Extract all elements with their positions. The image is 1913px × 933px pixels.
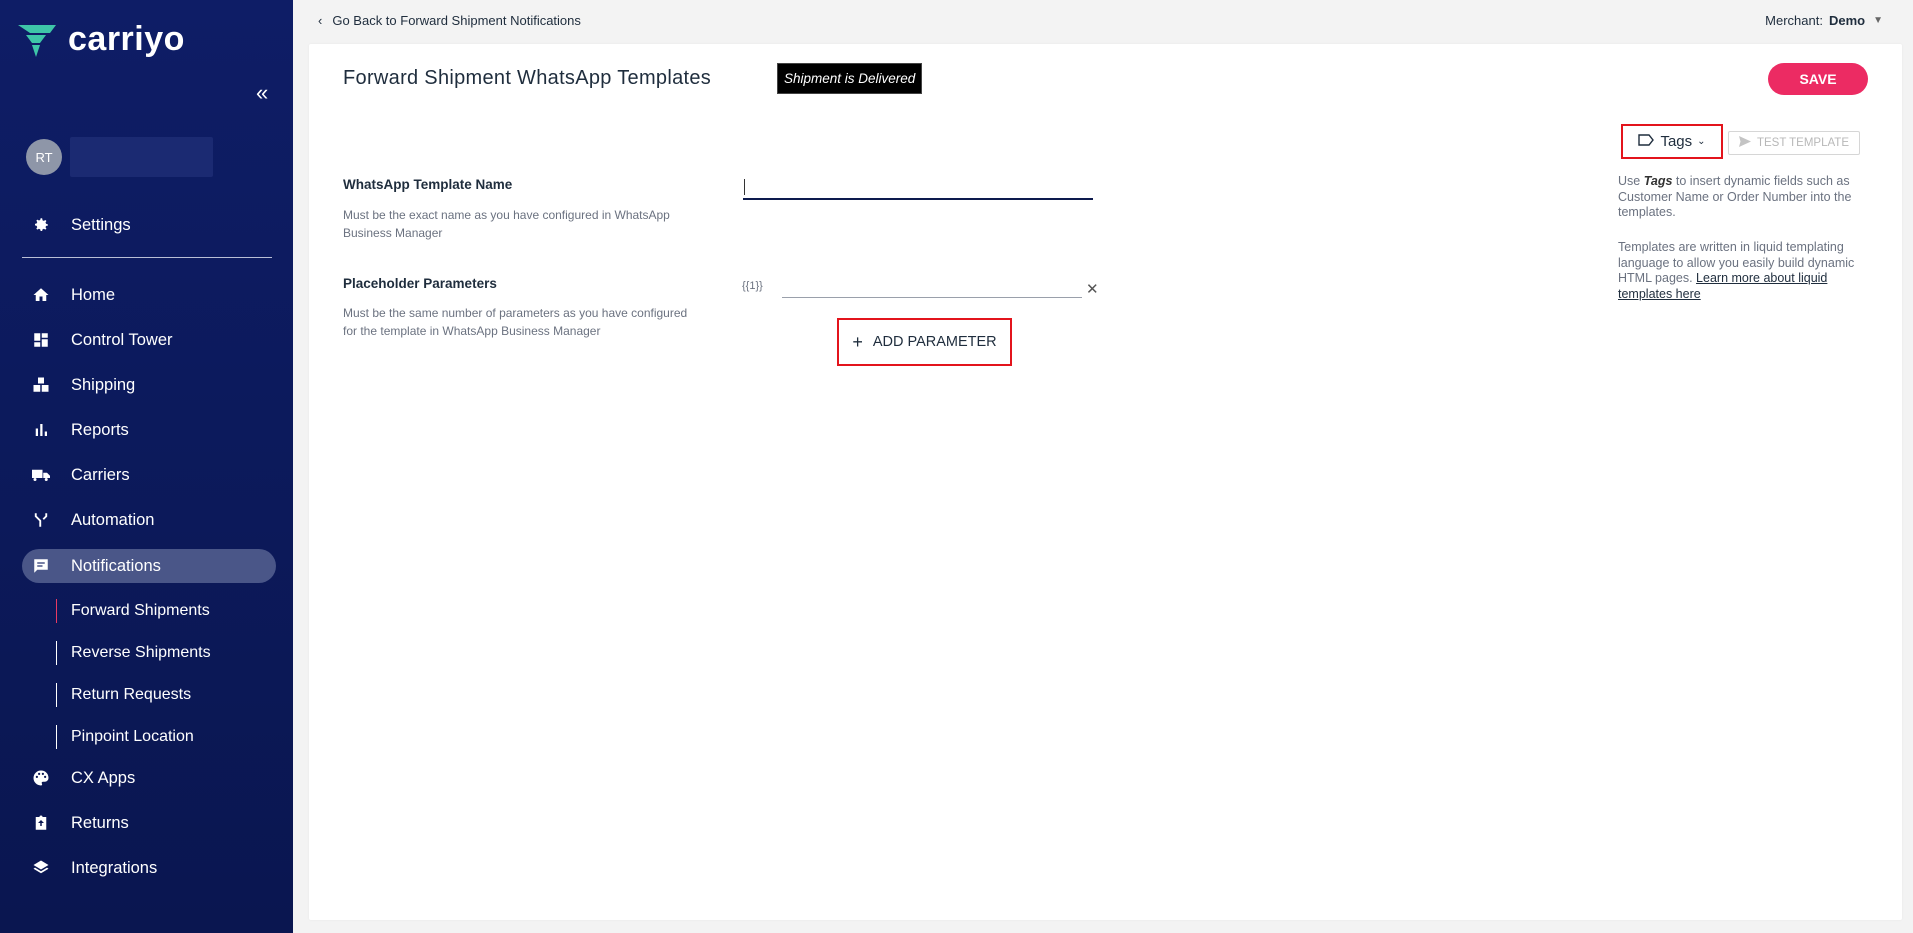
send-icon bbox=[1738, 136, 1751, 150]
tags-label: Tags bbox=[1660, 133, 1693, 150]
sidebar-subitem-label: Forward Shipments bbox=[71, 602, 210, 619]
fork-icon bbox=[28, 511, 54, 529]
sidebar-item-label: Home bbox=[71, 285, 116, 304]
merchant-value: Demo bbox=[1828, 13, 1866, 28]
sidebar-item-label: Control Tower bbox=[71, 330, 173, 349]
sidebar-item-control-tower[interactable]: Control Tower bbox=[22, 323, 276, 357]
sidebar-item-settings[interactable]: Settings bbox=[22, 208, 276, 242]
tag-icon bbox=[1638, 133, 1655, 150]
tags-keyword: Tags bbox=[1643, 174, 1673, 188]
param-1-input[interactable] bbox=[782, 278, 1082, 298]
home-icon bbox=[28, 286, 54, 304]
close-icon[interactable]: ✕ bbox=[1086, 280, 1099, 298]
sidebar-item-label: Notifications bbox=[71, 556, 161, 575]
gear-icon bbox=[28, 216, 54, 234]
template-name-help: Must be the exact name as you have confi… bbox=[343, 208, 670, 240]
sidebar-item-label: Settings bbox=[71, 215, 131, 234]
collapse-sidebar-icon[interactable]: « bbox=[256, 80, 268, 106]
sidebar-item-label: Automation bbox=[71, 510, 155, 529]
back-link-label: Go Back to Forward Shipment Notification… bbox=[332, 13, 581, 28]
sidebar-item-automation[interactable]: Automation bbox=[22, 503, 276, 537]
sidebar-divider bbox=[22, 257, 272, 258]
sidebar-item-label: Returns bbox=[71, 813, 129, 832]
active-indicator bbox=[56, 599, 57, 623]
sidebar-item-notifications[interactable]: Notifications bbox=[22, 549, 276, 583]
sidebar-subitem-label: Reverse Shipments bbox=[71, 644, 211, 661]
sidebar-subitem-forward-shipments[interactable]: Forward Shipments bbox=[56, 598, 210, 624]
template-name-input[interactable] bbox=[743, 176, 1093, 200]
save-button[interactable]: SAVE bbox=[1768, 63, 1868, 95]
sidebar-item-home[interactable]: Home bbox=[22, 278, 276, 312]
bar-chart-icon bbox=[28, 421, 54, 439]
brand-name: carriyo bbox=[68, 20, 185, 58]
sidebar-item-carriers[interactable]: Carriers bbox=[22, 458, 276, 492]
merchant-label: Merchant: bbox=[1765, 13, 1823, 28]
sidebar-subitem-return-requests[interactable]: Return Requests bbox=[56, 682, 191, 708]
sidebar-item-integrations[interactable]: Integrations bbox=[22, 851, 276, 885]
user-name-box bbox=[70, 137, 213, 177]
status-badge: Shipment is Delivered bbox=[777, 63, 923, 94]
sidebar-item-reports[interactable]: Reports bbox=[22, 413, 276, 447]
tags-help-text: Use Tags to insert dynamic fields such a… bbox=[1618, 174, 1852, 219]
palette-icon bbox=[28, 769, 54, 787]
boxes-icon bbox=[28, 376, 54, 394]
chevron-left-icon: ‹ bbox=[318, 13, 323, 28]
placeholder-params-help: Must be the same number of parameters as… bbox=[343, 306, 688, 338]
add-parameter-button[interactable]: + ADD PARAMETER bbox=[837, 318, 1012, 366]
sidebar-item-returns[interactable]: Returns bbox=[22, 806, 276, 840]
caret-down-icon: ▼ bbox=[1873, 15, 1883, 26]
merchant-selector[interactable]: Merchant: Demo ▼ bbox=[1765, 13, 1883, 28]
text-cursor bbox=[744, 179, 745, 195]
plus-icon: + bbox=[852, 331, 863, 352]
sidebar-subitem-label: Pinpoint Location bbox=[71, 728, 194, 745]
sidebar-item-label: Carriers bbox=[71, 465, 130, 484]
test-template-label: TEST TEMPLATE bbox=[1756, 137, 1850, 149]
truck-icon bbox=[28, 466, 54, 484]
chat-icon bbox=[28, 557, 54, 575]
sidebar-item-label: Integrations bbox=[71, 858, 158, 877]
sidebar: carriyo « RT Settings Home Control Tower… bbox=[0, 0, 293, 933]
chevron-down-icon: ⌄ bbox=[1697, 136, 1706, 147]
template-name-label: WhatsApp Template Name bbox=[343, 177, 513, 192]
carriyo-logo-icon bbox=[18, 24, 56, 57]
brand-logo[interactable]: carriyo bbox=[16, 20, 185, 59]
avatar: RT bbox=[26, 139, 62, 175]
sidebar-item-shipping[interactable]: Shipping bbox=[22, 368, 276, 402]
user-profile[interactable]: RT bbox=[26, 137, 213, 177]
sidebar-item-cx-apps[interactable]: CX Apps bbox=[22, 761, 276, 795]
sidebar-subitem-label: Return Requests bbox=[71, 686, 192, 703]
sidebar-item-label: Reports bbox=[71, 420, 129, 439]
param-1-label: {{1}} bbox=[742, 280, 763, 292]
add-parameter-label: ADD PARAMETER bbox=[872, 334, 997, 350]
liquid-help-text: Templates are written in liquid templati… bbox=[1618, 240, 1855, 301]
placeholder-params-label: Placeholder Parameters bbox=[343, 276, 497, 291]
sidebar-subitem-reverse-shipments[interactable]: Reverse Shipments bbox=[56, 640, 211, 666]
page-title: Forward Shipment WhatsApp Templates bbox=[343, 67, 712, 89]
back-link[interactable]: ‹ Go Back to Forward Shipment Notificati… bbox=[318, 13, 581, 28]
tags-dropdown-button[interactable]: Tags ⌄ bbox=[1621, 124, 1723, 159]
test-template-button[interactable]: TEST TEMPLATE bbox=[1728, 131, 1860, 155]
sidebar-subitem-pinpoint-location[interactable]: Pinpoint Location bbox=[56, 724, 194, 750]
return-box-icon bbox=[28, 814, 54, 832]
dashboard-icon bbox=[28, 331, 54, 349]
sidebar-item-label: CX Apps bbox=[71, 768, 136, 787]
layers-icon bbox=[28, 859, 54, 877]
sidebar-item-label: Shipping bbox=[71, 375, 136, 394]
